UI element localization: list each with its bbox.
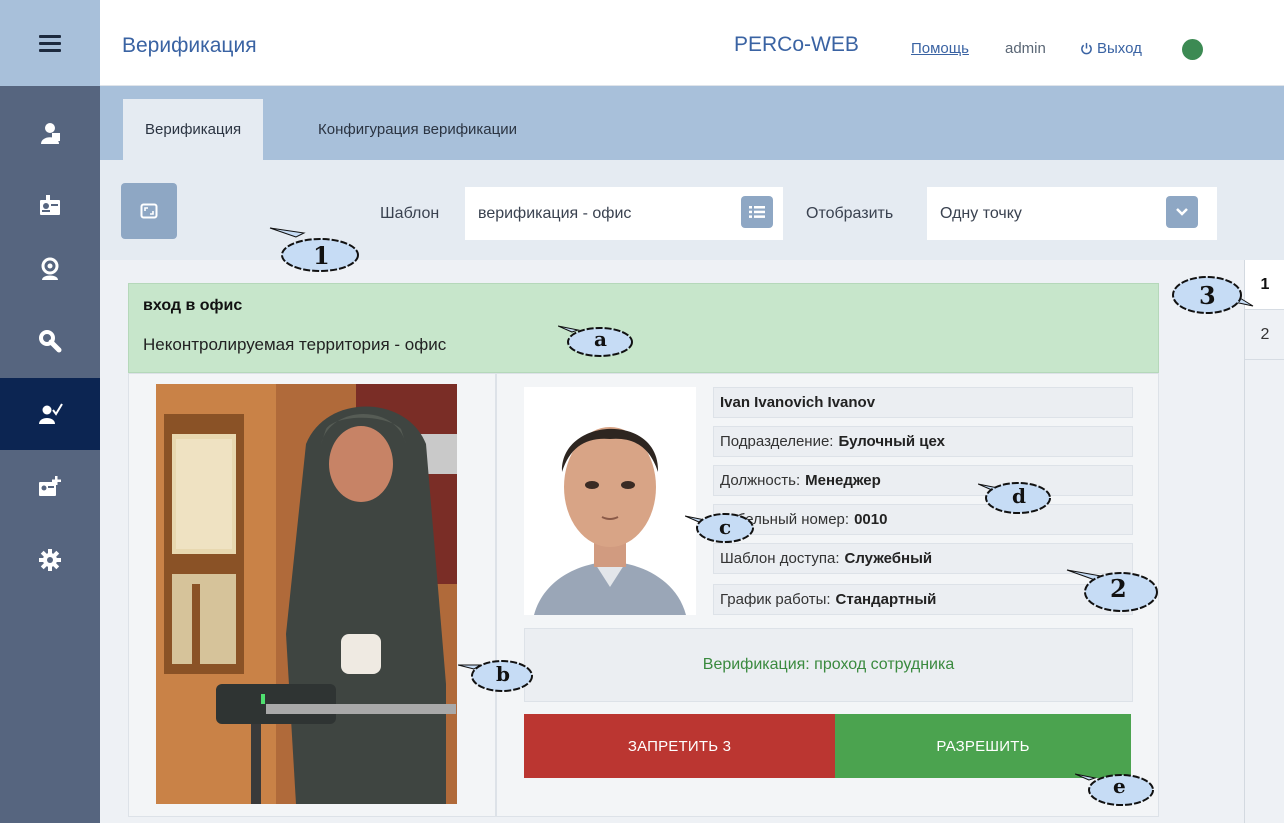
monitoring-icon (41, 257, 59, 280)
fullscreen-button[interactable] (121, 183, 177, 239)
sidebar-item-passes[interactable] (0, 169, 100, 241)
access-template-value: Служебный (844, 550, 933, 567)
logout-button[interactable]: Выход (1080, 40, 1142, 57)
menu-toggle-button[interactable] (0, 0, 100, 86)
department-value: Булочный цех (838, 433, 946, 450)
callout-e-label: e (1113, 774, 1126, 798)
logout-label: Выход (1097, 40, 1142, 57)
position-label: Должность: (720, 472, 801, 489)
sidebar-item-settings[interactable] (0, 524, 100, 596)
position-value: Менеджер (805, 472, 881, 489)
brand-name: PERCo-WEB (734, 33, 859, 56)
sidebar-item-add-pass[interactable] (0, 450, 100, 522)
sidebar-item-staff[interactable] (0, 97, 100, 169)
user-name: admin (1005, 40, 1046, 57)
callout-b-label: b (496, 662, 510, 686)
id-card-icon (40, 195, 60, 215)
sidebar (0, 0, 100, 823)
access-template-label: Шаблон доступа: (720, 550, 840, 567)
camera-snapshot (156, 384, 457, 804)
chevron-down-icon (1176, 208, 1188, 216)
connection-status-indicator (1182, 39, 1203, 60)
zone-name: Неконтролируемая территория - офис (143, 335, 447, 354)
page-title: Верификация (122, 34, 257, 57)
tab-verification-config[interactable]: Конфигурация верификации (318, 99, 517, 160)
help-link[interactable]: Помощь (911, 40, 969, 57)
event-header: вход в офис Неконтролируемая территория … (128, 283, 1159, 373)
position-field: Должность: Менеджер (713, 465, 1133, 496)
list-icon (749, 206, 765, 218)
callout-1-label: 1 (313, 241, 330, 270)
sidebar-item-verification[interactable] (0, 378, 100, 450)
top-header: Верификация PERCo-WEB Помощь admin Выход (100, 0, 1284, 86)
tab-verification[interactable]: Верификация (123, 99, 264, 160)
callout-a-label: a (594, 327, 607, 351)
employee-name: Ivan Ivanovich Ivanov (720, 394, 876, 411)
allow-button[interactable]: РАЗРЕШИТЬ (835, 714, 1131, 778)
search-icon (39, 330, 62, 353)
tab-bar: Верификация Конфигурация верификации (100, 86, 1284, 160)
verification-message: Верификация: проход сотрудника (524, 628, 1133, 702)
display-label: Отобразить (806, 205, 894, 222)
tab-number-field: Табельный номер: 0010 (713, 504, 1133, 535)
display-dropdown-button[interactable] (1166, 196, 1198, 228)
display-value: Одну точку (940, 204, 1022, 222)
settings-icon (39, 549, 61, 571)
verification-icon (39, 403, 63, 424)
template-list-button[interactable] (741, 196, 773, 228)
deny-button[interactable]: ЗАПРЕТИТЬ 3 (524, 714, 835, 778)
menu-icon (39, 34, 61, 52)
employee-photo (524, 387, 696, 615)
access-point-name: вход в офис (143, 297, 243, 314)
template-select[interactable]: верификация - офис (465, 187, 783, 240)
callout-d-label: d (1012, 484, 1026, 508)
tab-number-value: 0010 (854, 511, 888, 528)
sidebar-item-monitoring[interactable] (0, 233, 100, 305)
template-label: Шаблон (380, 205, 440, 222)
schedule-label: График работы: (720, 591, 831, 608)
department-field: Подразделение: Булочный цех (713, 426, 1133, 457)
power-icon (1081, 42, 1092, 55)
callout-2-label: 2 (1110, 574, 1127, 603)
staff-icon (41, 123, 60, 144)
department-label: Подразделение: (720, 433, 834, 450)
page-switcher: 1 2 (1244, 260, 1284, 823)
callout-3-label: 3 (1199, 281, 1216, 310)
fullscreen-icon (140, 203, 158, 219)
add-badge-icon (39, 476, 61, 496)
template-value: верификация - офис (478, 204, 632, 222)
callout-c-label: c (719, 515, 732, 539)
schedule-value: Стандартный (835, 591, 937, 608)
employee-name-field: Ivan Ivanovich Ivanov (713, 387, 1133, 418)
sidebar-item-search[interactable] (0, 305, 100, 377)
